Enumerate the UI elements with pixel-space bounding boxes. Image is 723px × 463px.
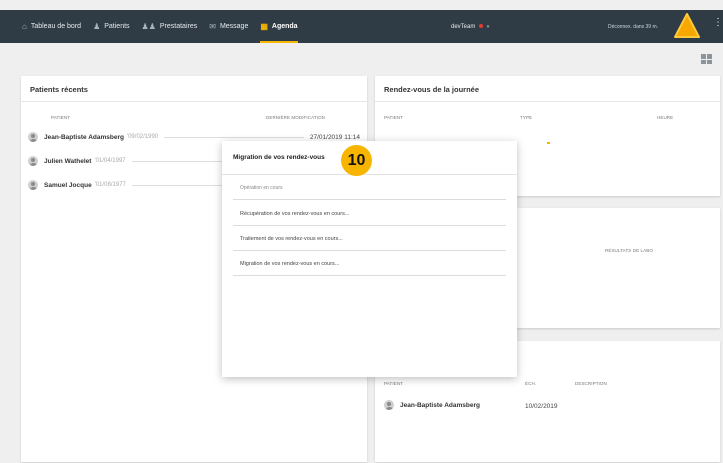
patient-name: Samuel Jocque — [44, 181, 92, 189]
nav-item-label: Patients — [104, 23, 130, 30]
progress-step: Opération en cours — [233, 176, 506, 200]
avatar — [28, 132, 38, 142]
home-icon: ⌂ — [22, 22, 27, 31]
column-header-description: DESCRIPTION — [575, 381, 607, 386]
user-avatar[interactable] — [674, 13, 700, 39]
calendar-icon: ▦ — [260, 22, 268, 31]
nav-item-agenda[interactable]: ▦ Agenda — [260, 10, 298, 43]
status-dot-icon — [479, 23, 484, 28]
nav-item-label: Prestataires — [159, 23, 198, 30]
nav-item-label: Tableau de bord — [30, 23, 82, 30]
column-header-time: HEURE — [657, 115, 674, 120]
column-header-modified: DERNIÈRE MODIFICATION — [266, 115, 326, 120]
progress-step: Récupération de vos rendez-vous en cours… — [233, 202, 506, 226]
nav-item-message[interactable]: ✉ Message — [209, 10, 248, 43]
patient-birthdate: '01/04/1997 — [94, 158, 126, 164]
main-nav: ⌂ Tableau de bord ♟ Patients ♟♟ Prestata… — [22, 10, 310, 43]
more-options-icon[interactable]: ⋮ — [713, 18, 723, 28]
patient-name: Julien Wathelet — [44, 157, 92, 165]
migration-dialog: Migration de vos rendez-vous Opération e… — [222, 141, 517, 377]
modified-date: 27/01/2019 11:14 — [309, 133, 360, 141]
loading-indicator — [547, 142, 550, 144]
column-header-patient: PATIENT — [51, 115, 71, 120]
nav-item-label: Message — [219, 23, 249, 30]
patient-birthdate: '09/02/1990 — [126, 134, 159, 140]
team-name: devTeam — [451, 23, 476, 30]
logout-timer[interactable]: Déconnex. dans 39 m. — [608, 24, 658, 30]
layout-grid-icon[interactable] — [701, 54, 712, 64]
nav-item-dashboard[interactable]: ⌂ Tableau de bord — [22, 10, 81, 43]
chevron-down-icon: ▾ — [486, 23, 490, 30]
column-header-lab-results: RÉSULTATS DE LABO — [605, 248, 653, 253]
avatar — [384, 400, 394, 410]
column-header-patient: PATIENT — [384, 115, 404, 120]
step-number-badge: 10 — [341, 145, 372, 176]
dialog-title: Migration de vos rendez-vous — [233, 154, 325, 161]
column-header-date: ÉCH. — [525, 381, 537, 386]
group-icon: ♟♟ — [141, 22, 156, 31]
column-header-patient: PATIENT — [384, 381, 404, 386]
top-navigation-bar: ⌂ Tableau de bord ♟ Patients ♟♟ Prestata… — [0, 10, 723, 43]
avatar — [28, 180, 38, 190]
nav-item-prestataires[interactable]: ♟♟ Prestataires — [142, 10, 198, 43]
patient-name: Jean-Baptiste Adamsberg — [400, 401, 480, 409]
mail-icon: ✉ — [209, 22, 216, 31]
divider — [164, 136, 304, 138]
team-selector[interactable]: devTeam ▾ — [451, 24, 489, 30]
list-item[interactable]: Jean-Baptiste Adamsberg — [384, 400, 480, 410]
progress-step: Migration de vos rendez-vous en cours... — [233, 252, 506, 276]
divider — [222, 174, 517, 175]
patient-birthdate: '01/08/1977 — [94, 182, 126, 188]
patient-name: Jean-Baptiste Adamsberg — [44, 133, 124, 141]
nav-item-patients[interactable]: ♟ Patients — [93, 10, 129, 43]
person-icon: ♟ — [93, 22, 101, 31]
card-title: Patients récents — [21, 76, 367, 102]
column-header-type: TYPE — [520, 115, 533, 120]
nav-item-label: Agenda — [271, 23, 298, 30]
avatar — [28, 156, 38, 166]
due-date: 10/02/2019 — [525, 403, 558, 410]
card-title: Rendez-vous de la journée — [375, 76, 720, 102]
progress-step: Traitement de vos rendez-vous en cours..… — [233, 227, 506, 251]
